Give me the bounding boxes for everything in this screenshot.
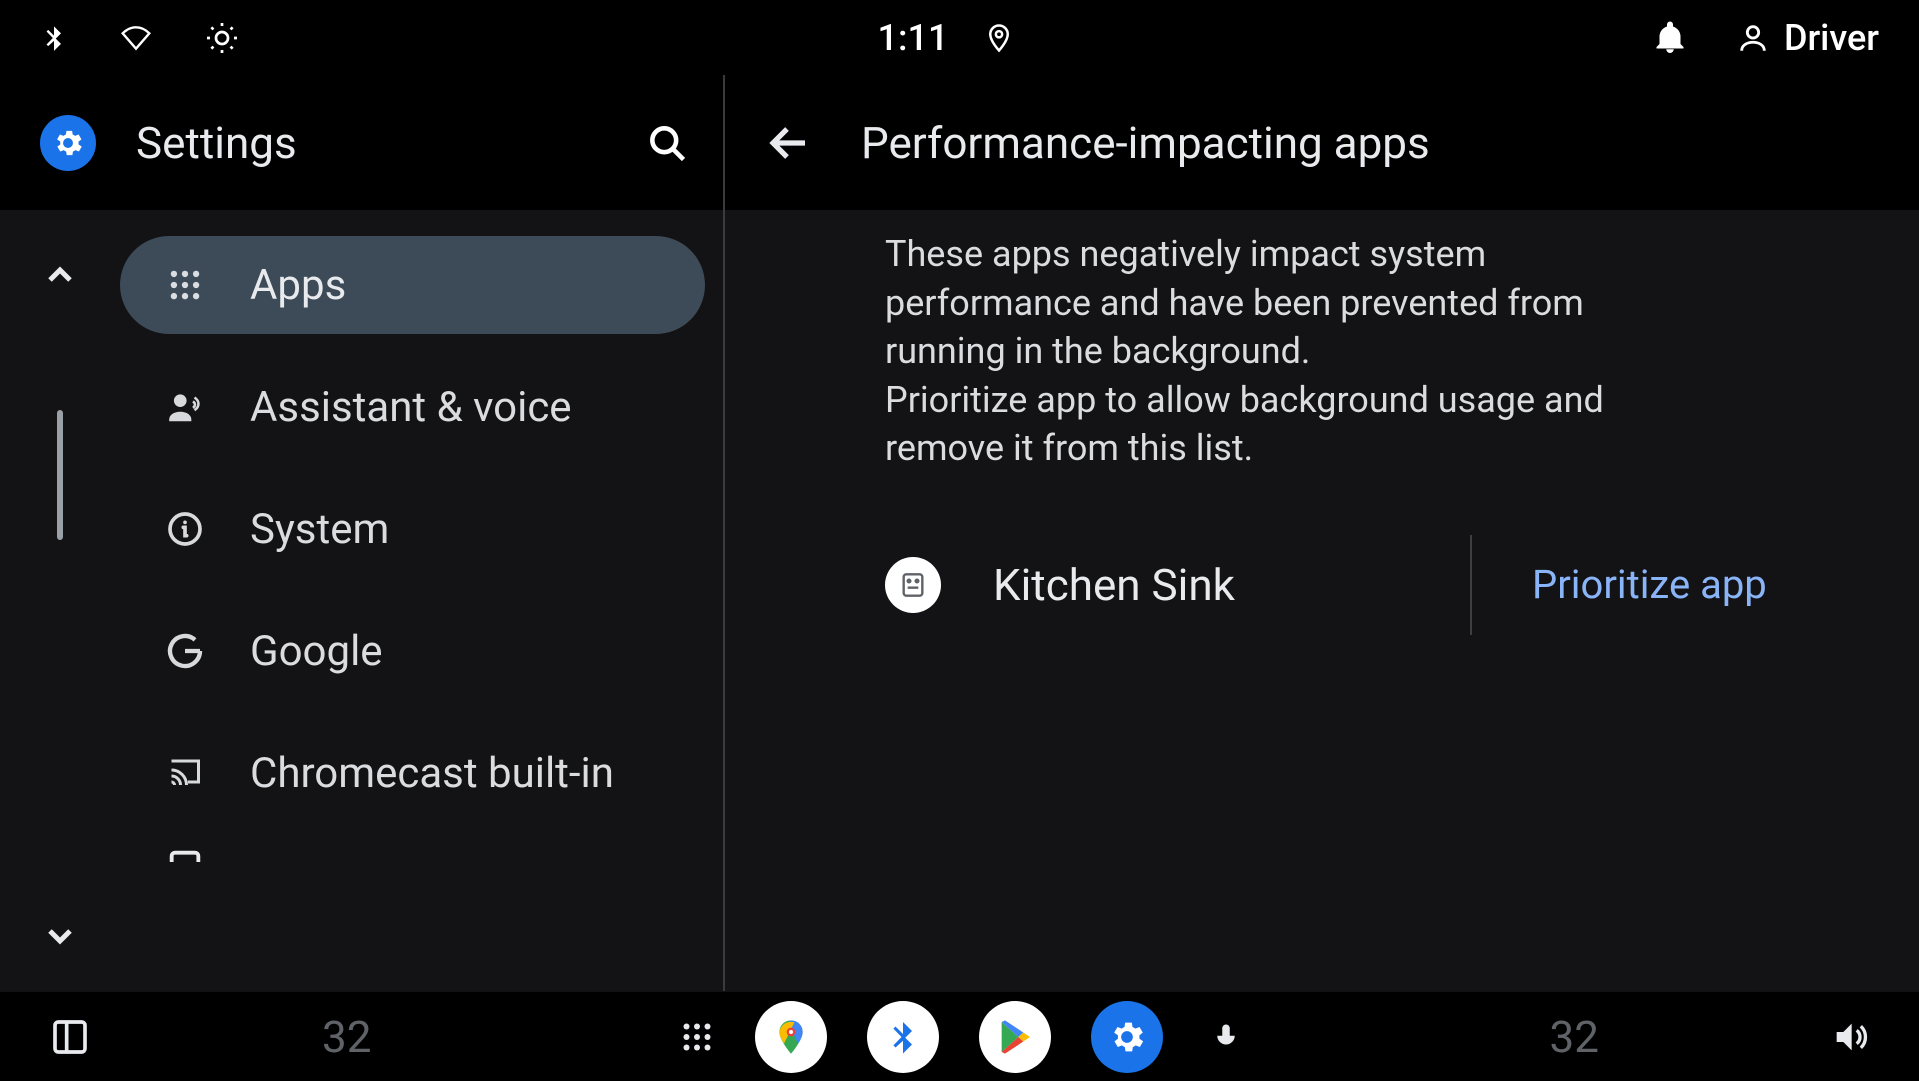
bluetooth-icon bbox=[40, 19, 68, 57]
scroll-up-button[interactable] bbox=[35, 250, 85, 300]
app-launcher-button[interactable] bbox=[679, 1019, 715, 1055]
bottom-center bbox=[679, 1001, 1241, 1073]
row-divider bbox=[1470, 535, 1472, 635]
assistant-voice-icon bbox=[160, 382, 210, 432]
apps-grid-icon bbox=[160, 260, 210, 310]
detail-description: These apps negatively impact system perf… bbox=[725, 230, 1745, 473]
detail-title: Performance-impacting apps bbox=[861, 117, 1430, 169]
sidebar-item-label: Apps bbox=[250, 261, 346, 310]
sidebar-item-system[interactable]: System bbox=[120, 480, 705, 578]
location-icon bbox=[984, 18, 1014, 58]
app-row: Kitchen Sink Prioritize app bbox=[725, 535, 1919, 635]
wifi-icon bbox=[116, 22, 156, 54]
volume-button[interactable] bbox=[1829, 1017, 1871, 1057]
settings-app-icon bbox=[40, 115, 96, 171]
bluetooth-app-button[interactable] bbox=[867, 1001, 939, 1073]
sidebar-item-label: System bbox=[250, 505, 389, 554]
clock-text: 1:11 bbox=[878, 17, 949, 59]
sidebar-item-assistant-voice[interactable]: Assistant & voice bbox=[120, 358, 705, 456]
bottom-right: 32 bbox=[1550, 1011, 1871, 1063]
status-center: 1:11 bbox=[240, 17, 1652, 59]
detail-header: Performance-impacting apps bbox=[725, 75, 1919, 210]
cast-icon bbox=[160, 748, 210, 798]
vertical-divider bbox=[723, 75, 725, 991]
sidebar-item-label: Google bbox=[250, 627, 383, 676]
sidebar-item-apps[interactable]: Apps bbox=[120, 236, 705, 334]
content-area: Settings bbox=[0, 75, 1919, 991]
app-icon bbox=[885, 557, 941, 613]
maps-app-button[interactable] bbox=[755, 1001, 827, 1073]
sidebar-item-partial bbox=[120, 846, 705, 876]
search-button[interactable] bbox=[639, 115, 695, 171]
play-store-button[interactable] bbox=[979, 1001, 1051, 1073]
sidebar-item-label: Assistant & voice bbox=[250, 383, 572, 432]
temperature-left[interactable]: 32 bbox=[322, 1011, 371, 1063]
google-g-icon bbox=[160, 626, 210, 676]
sidebar-item-label: Chromecast built-in bbox=[250, 749, 614, 798]
scrollbar-thumb[interactable] bbox=[57, 410, 63, 540]
status-bar: 1:11 Driver bbox=[0, 0, 1919, 75]
notification-bell-icon[interactable] bbox=[1652, 18, 1688, 58]
sidebar-scroll-controls bbox=[0, 210, 120, 991]
sidebar-list: Apps Assistant & voice System bbox=[120, 210, 705, 991]
scrollbar-track[interactable] bbox=[57, 410, 63, 585]
info-icon bbox=[160, 504, 210, 554]
sidebar-header: Settings bbox=[0, 75, 723, 210]
status-right: Driver bbox=[1652, 17, 1879, 59]
sidebar-nav: Apps Assistant & voice System bbox=[0, 210, 723, 991]
voice-assistant-button[interactable] bbox=[1211, 1016, 1241, 1058]
settings-app-button[interactable] bbox=[1091, 1001, 1163, 1073]
app-name: Kitchen Sink bbox=[993, 559, 1235, 611]
back-button[interactable] bbox=[761, 115, 817, 171]
sidebar-item-google[interactable]: Google bbox=[120, 602, 705, 700]
sidebar-title: Settings bbox=[136, 117, 599, 169]
dashboard-button[interactable] bbox=[48, 1015, 92, 1059]
partial-icon bbox=[160, 846, 210, 862]
sidebar-item-chromecast[interactable]: Chromecast built-in bbox=[120, 724, 705, 822]
bottom-bar: 32 32 bbox=[0, 991, 1919, 1081]
sidebar: Settings bbox=[0, 75, 723, 991]
user-label: Driver bbox=[1784, 17, 1879, 59]
scroll-down-button[interactable] bbox=[35, 911, 85, 961]
detail-body: These apps negatively impact system perf… bbox=[725, 210, 1919, 991]
status-left bbox=[40, 19, 240, 57]
temperature-right[interactable]: 32 bbox=[1550, 1011, 1599, 1063]
user-profile-button[interactable]: Driver bbox=[1736, 17, 1879, 59]
bottom-left: 32 bbox=[48, 1011, 371, 1063]
app-info[interactable]: Kitchen Sink bbox=[885, 557, 1470, 613]
detail-panel: Performance-impacting apps These apps ne… bbox=[725, 75, 1919, 991]
prioritize-app-button[interactable]: Prioritize app bbox=[1532, 561, 1767, 608]
brightness-icon bbox=[204, 20, 240, 56]
